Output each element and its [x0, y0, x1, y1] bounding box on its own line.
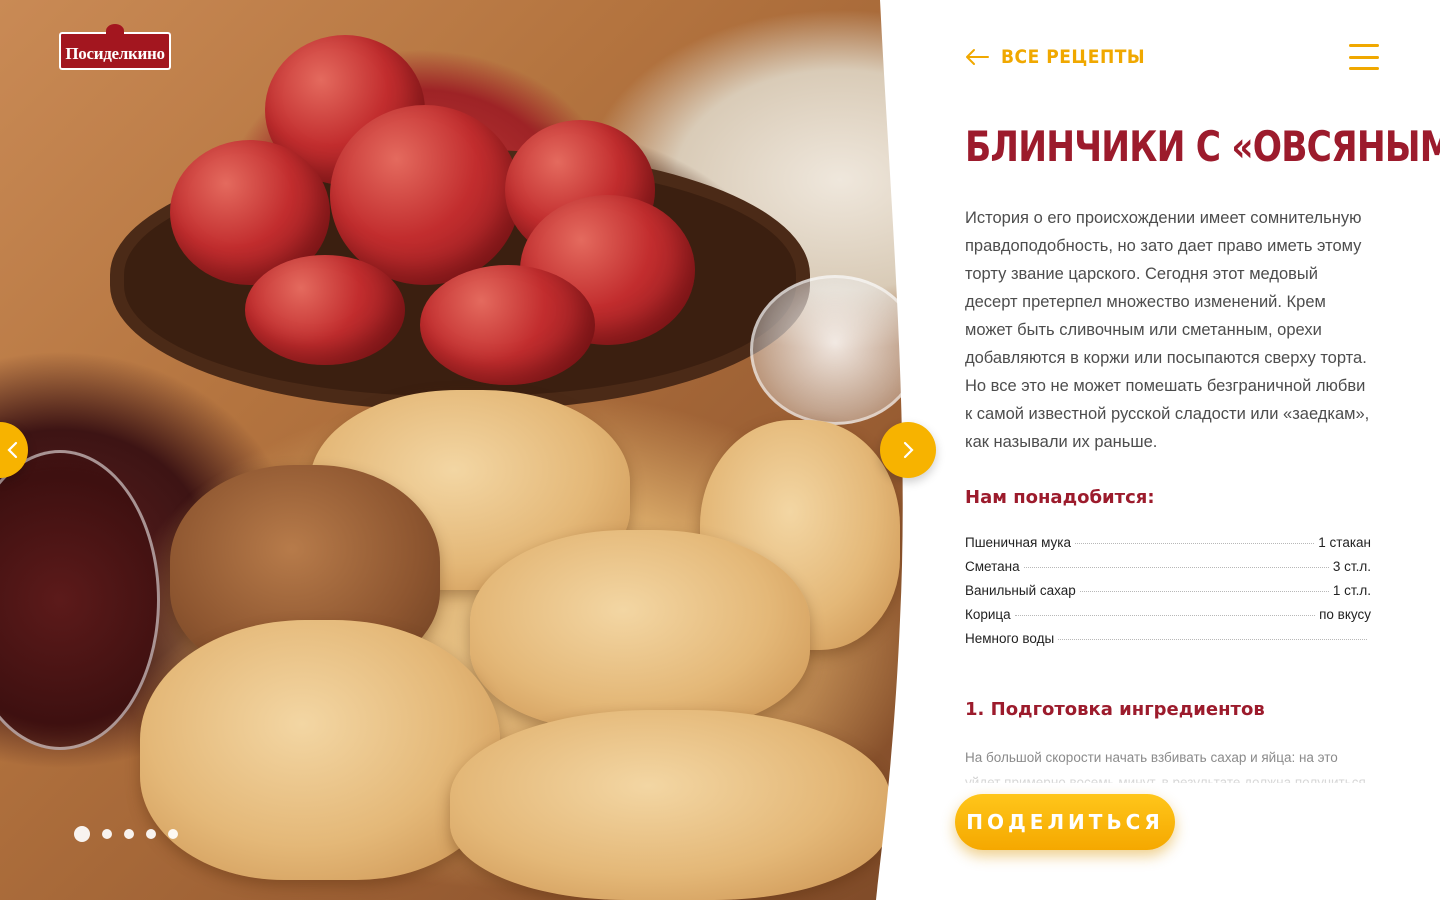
- ingredient-amount: 1 ст.л.: [1332, 583, 1371, 598]
- ingredient-row: Немного воды: [965, 631, 1371, 655]
- menu-line: [1349, 67, 1379, 70]
- menu-line: [1349, 44, 1379, 47]
- recipe-content: Все рецепты Блинчики с «овсяным» История…: [945, 0, 1440, 900]
- brand-logo[interactable]: Посиделкино: [59, 26, 171, 76]
- dotted-leader: [1058, 639, 1367, 640]
- menu-line: [1349, 55, 1379, 59]
- ingredient-amount: 3 ст.л.: [1332, 559, 1371, 574]
- recipe-photo: Посиделкино: [0, 0, 920, 900]
- back-to-recipes-link[interactable]: Все рецепты: [965, 46, 1145, 68]
- slider-dot[interactable]: [124, 829, 134, 839]
- ingredient-row: Пшеничная мука 1 стакан: [965, 535, 1371, 559]
- ingredient-name: Немного воды: [965, 631, 1055, 646]
- dotted-leader: [1079, 591, 1329, 592]
- pancake: [450, 710, 890, 900]
- ingredient-name: Ванильный сахар: [965, 583, 1076, 598]
- ingredient-name: Сметана: [965, 559, 1020, 574]
- chevron-left-icon: [7, 441, 18, 459]
- ingredient-name: Пшеничная мука: [965, 535, 1071, 550]
- share-button[interactable]: Поделиться: [955, 794, 1175, 850]
- ingredients-heading: Нам понадобится:: [965, 487, 1155, 508]
- jam-bowl: [0, 450, 160, 750]
- ingredient-amount: по вкусу: [1319, 607, 1371, 622]
- logo-badge: Посиделкино: [59, 32, 171, 70]
- dotted-leader: [1075, 543, 1315, 544]
- dotted-leader: [1023, 567, 1329, 568]
- chevron-right-icon: [903, 441, 914, 459]
- recipe-title: Блинчики с «овсяным»: [965, 122, 1440, 171]
- arrow-left-icon: [966, 49, 989, 65]
- slider-dot[interactable]: [146, 829, 156, 839]
- hamburger-menu-icon[interactable]: [1349, 44, 1379, 70]
- slider-dot[interactable]: [74, 826, 90, 842]
- recipe-description: История о его происхождении имеет сомнит…: [965, 209, 1370, 451]
- apple: [245, 255, 405, 365]
- slider-next-button[interactable]: [880, 422, 936, 478]
- slider-dots: [74, 826, 178, 842]
- pancake: [470, 530, 810, 730]
- step-heading: 1. Подготовка ингредиентов: [965, 699, 1265, 720]
- apple: [330, 105, 520, 285]
- slider-dot[interactable]: [168, 829, 178, 839]
- ingredient-row: Ванильный сахар 1 ст.л.: [965, 583, 1371, 607]
- ingredient-row: Сметана 3 ст.л.: [965, 559, 1371, 583]
- ingredient-amount: 1 стакан: [1318, 535, 1371, 550]
- dotted-leader: [1014, 615, 1316, 616]
- pancake: [140, 620, 500, 880]
- ingredient-row: Корица по вкусу: [965, 607, 1371, 631]
- slider-dot[interactable]: [102, 829, 112, 839]
- apple: [420, 265, 595, 385]
- ingredient-name: Корица: [965, 607, 1011, 622]
- ingredients-list: Пшеничная мука 1 стакан Сметана 3 ст.л. …: [965, 535, 1371, 655]
- back-label: Все рецепты: [1001, 46, 1146, 68]
